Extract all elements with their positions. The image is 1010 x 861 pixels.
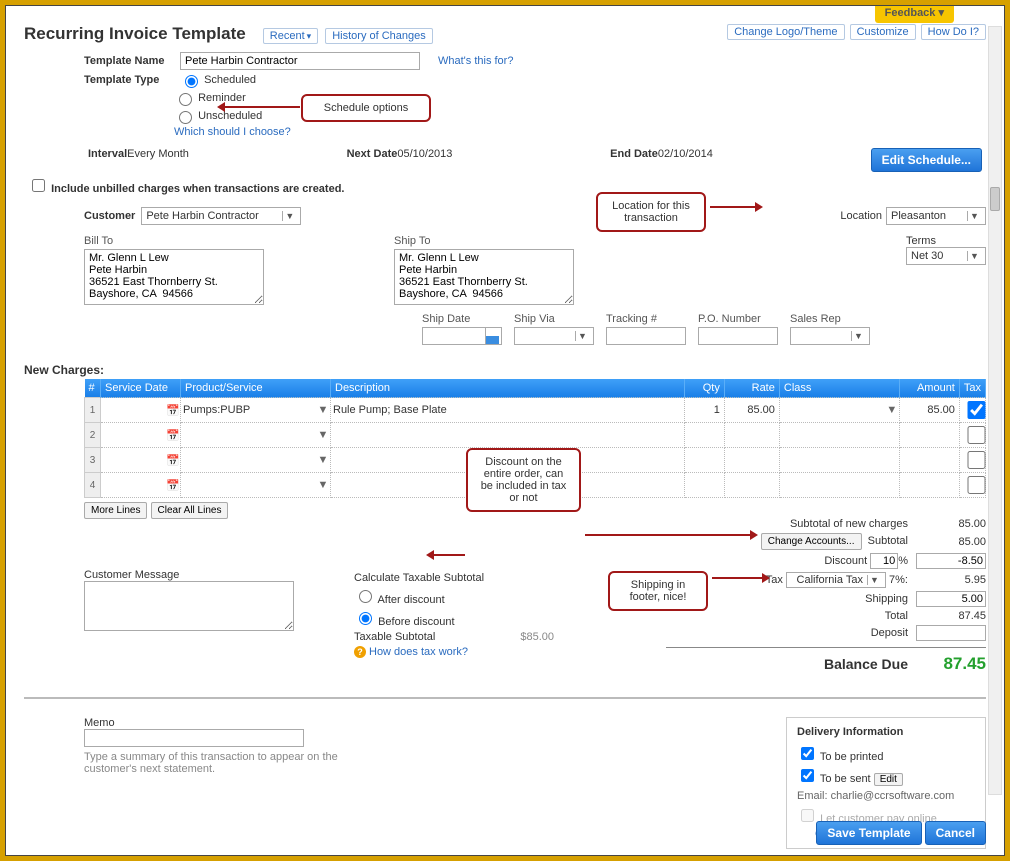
tax-value: 5.95	[916, 574, 986, 586]
edit-delivery-button[interactable]: Edit	[874, 773, 903, 786]
ship-via-select[interactable]: ▼	[514, 327, 594, 345]
new-charges-title: New Charges:	[24, 363, 986, 377]
include-unbilled-checkbox[interactable]: Include unbilled charges when transactio…	[28, 183, 345, 195]
balance-due-value: 87.45	[916, 654, 986, 674]
tracking-label: Tracking #	[606, 313, 686, 325]
save-template-button[interactable]: Save Template	[816, 821, 921, 845]
memo-label: Memo	[84, 717, 384, 729]
ship-to-textarea[interactable]: Mr. Glenn L Lew Pete Harbin 36521 East T…	[394, 249, 574, 305]
recent-link[interactable]: Recent▾	[263, 28, 318, 44]
discount-value[interactable]	[916, 553, 986, 569]
type-unscheduled[interactable]: Unscheduled	[174, 108, 262, 124]
ship-via-label: Ship Via	[514, 313, 594, 325]
calendar-icon[interactable]	[485, 328, 499, 344]
deposit-input[interactable]	[916, 625, 986, 641]
template-type-label: Template Type	[84, 74, 174, 86]
table-row[interactable]: 2📅▼	[85, 423, 986, 448]
ship-date-label: Ship Date	[422, 313, 502, 325]
location-select[interactable]: Pleasanton▼	[886, 207, 986, 225]
type-scheduled[interactable]: Scheduled	[180, 72, 256, 88]
ship-date-input[interactable]	[422, 327, 502, 345]
scrollbar-thumb[interactable]	[990, 187, 1000, 211]
how-tax-link[interactable]: How does tax work?	[369, 646, 468, 658]
template-name-label: Template Name	[84, 55, 174, 67]
tax-select[interactable]: California Tax▼	[786, 572, 886, 588]
tax-checkbox[interactable]	[964, 401, 989, 419]
howdoi-link[interactable]: How Do I?	[921, 24, 986, 40]
end-date-block: End Date02/10/2014	[610, 148, 713, 172]
history-link[interactable]: History of Changes	[325, 28, 433, 44]
sub-new-label: Subtotal of new charges	[666, 518, 916, 530]
scrollbar[interactable]	[988, 26, 1002, 795]
feedback-tab[interactable]: Feedback ▾	[875, 5, 954, 23]
calendar-icon[interactable]: 📅	[166, 404, 180, 417]
callout-shipping: Shipping in footer, nice!	[608, 571, 708, 611]
chevron-down-icon[interactable]: ▼	[885, 404, 899, 416]
bill-to-label: Bill To	[84, 235, 264, 247]
clear-lines-button[interactable]: Clear All Lines	[151, 502, 229, 519]
taxable-subtotal-value: $85.00	[520, 631, 554, 643]
interval-block: IntervalEvery Month	[88, 148, 189, 172]
page-title: Recurring Invoice Template	[24, 24, 246, 44]
terms-label: Terms	[906, 235, 986, 247]
po-label: P.O. Number	[698, 313, 778, 325]
edit-schedule-button[interactable]: Edit Schedule...	[871, 148, 982, 172]
callout-discount: Discount on the entire order, can be inc…	[466, 448, 581, 512]
before-discount-radio[interactable]: Before discount	[354, 616, 455, 628]
type-reminder[interactable]: Reminder	[174, 90, 246, 106]
memo-hint: Type a summary of this transaction to ap…	[84, 751, 344, 775]
customize-link[interactable]: Customize	[850, 24, 916, 40]
customer-label: Customer	[84, 210, 135, 222]
terms-select[interactable]: Net 30▼	[906, 247, 986, 265]
after-discount-radio[interactable]: After discount	[354, 594, 445, 606]
tracking-input[interactable]	[606, 327, 686, 345]
balance-due-label: Balance Due	[666, 656, 916, 672]
chevron-down-icon[interactable]: ▼	[316, 404, 330, 416]
customer-message-textarea[interactable]	[84, 581, 294, 631]
callout-location: Location for this transaction	[596, 192, 706, 232]
bill-to-textarea[interactable]: Mr. Glenn L Lew Pete Harbin 36521 East T…	[84, 249, 264, 305]
to-be-printed-checkbox[interactable]: To be printed	[797, 744, 975, 763]
customer-message-label: Customer Message	[84, 569, 314, 581]
to-be-sent-checkbox[interactable]: To be sent Edit	[797, 766, 975, 786]
ship-to-label: Ship To	[394, 235, 574, 247]
subtotal-value: 85.00	[916, 536, 986, 548]
customer-select[interactable]: Pete Harbin Contractor▼	[141, 207, 301, 225]
callout-schedule: Schedule options	[301, 94, 431, 122]
location-label: Location	[840, 210, 882, 222]
memo-input[interactable]	[84, 729, 304, 747]
whats-this-link[interactable]: What's this for?	[438, 55, 513, 67]
template-name-input[interactable]	[180, 52, 420, 70]
which-should-link[interactable]: Which should I choose?	[174, 126, 291, 138]
salesrep-select[interactable]: ▼	[790, 327, 870, 345]
discount-pct-input[interactable]	[870, 553, 898, 569]
salesrep-label: Sales Rep	[790, 313, 870, 325]
total-value: 87.45	[916, 610, 986, 622]
taxable-subtotal-label: Taxable Subtotal	[354, 631, 435, 643]
cancel-button[interactable]: Cancel	[925, 821, 986, 845]
calc-title: Calculate Taxable Subtotal	[354, 572, 554, 584]
next-date-block: Next Date05/10/2013	[347, 148, 453, 172]
help-icon: ?	[354, 646, 366, 658]
sub-new-value: 85.00	[916, 518, 986, 530]
change-logo-link[interactable]: Change Logo/Theme	[727, 24, 844, 40]
more-lines-button[interactable]: More Lines	[84, 502, 147, 519]
po-input[interactable]	[698, 327, 778, 345]
shipping-input[interactable]	[916, 591, 986, 607]
table-row[interactable]: 1 📅 Pumps:PUBP▼ Rule Pump; Base Plate 1 …	[85, 398, 986, 423]
change-accounts-button[interactable]: Change Accounts...	[761, 533, 862, 550]
